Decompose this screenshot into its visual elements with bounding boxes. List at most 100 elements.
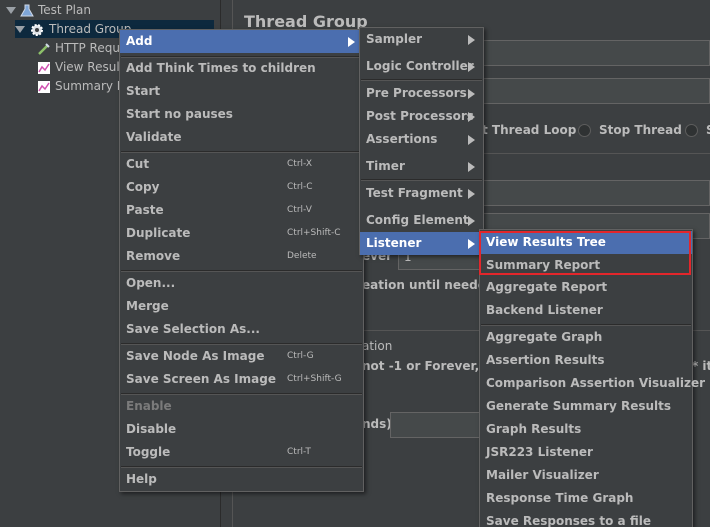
- menu-item-label: Assertion Results: [486, 353, 605, 367]
- menu-item-backend-listener[interactable]: Backend Listener: [480, 299, 692, 322]
- submenu-arrow-icon: [468, 216, 475, 226]
- menu-item-comparison-assertion-visualizer[interactable]: Comparison Assertion Visualizer: [480, 372, 705, 395]
- tree-item-label: HTTP Requ: [55, 41, 120, 55]
- menu-item-label: Graph Results: [486, 422, 582, 436]
- menu-item-mailer-visualizer[interactable]: Mailer Visualizer: [480, 464, 692, 487]
- menu-item-label: Post Processors: [366, 109, 474, 123]
- tree-item-view-results[interactable]: View Resul: [37, 58, 120, 76]
- stop-test-option[interactable]: S: [685, 123, 710, 137]
- menu-separator: [361, 179, 482, 181]
- menu-item-label: Start: [126, 84, 161, 98]
- add-submenu: Sampler Logic Controller Pre Processors …: [359, 27, 484, 255]
- menu-item-label: Test Fragment: [366, 186, 463, 200]
- menu-item-post-processors[interactable]: Post Processors: [360, 105, 483, 128]
- menu-item-jsr223-listener[interactable]: JSR223 Listener: [480, 441, 692, 464]
- menu-item-validate[interactable]: Validate: [120, 126, 363, 149]
- menu-item-disable[interactable]: Disable: [120, 418, 363, 441]
- menu-item-remove[interactable]: Remove Delete: [120, 245, 363, 268]
- menu-item-duplicate[interactable]: Duplicate Ctrl+Shift-C: [120, 222, 363, 245]
- menu-item-copy[interactable]: Copy Ctrl-C: [120, 176, 363, 199]
- menu-item-shortcut: Ctrl+Shift-G: [287, 374, 342, 384]
- menu-item-label: Merge: [126, 299, 169, 313]
- menu-item-label: Disable: [126, 422, 177, 436]
- menu-item-label: Validate: [126, 130, 182, 144]
- menu-item-assertions[interactable]: Assertions: [360, 128, 483, 151]
- threads-field[interactable]: [480, 180, 710, 206]
- menu-item-sampler[interactable]: Sampler: [360, 28, 483, 51]
- option-label: Stop Thread: [599, 123, 682, 137]
- tree-item-label: Test Plan: [38, 3, 91, 17]
- stop-thread-option[interactable]: Stop Thread: [578, 123, 682, 137]
- duration-label: nds): [362, 417, 392, 431]
- menu-item-label: Logic Controller: [366, 59, 474, 73]
- expand-arrow-icon[interactable]: [15, 26, 25, 33]
- menu-item-label: Response Time Graph: [486, 491, 634, 505]
- radio-button[interactable]: [578, 124, 591, 137]
- menu-item-save-node-as-image[interactable]: Save Node As Image Ctrl-G: [120, 345, 363, 368]
- menu-item-enable[interactable]: Enable: [120, 395, 363, 418]
- menu-item-shortcut: Ctrl-V: [287, 205, 312, 215]
- menu-item-label: Pre Processors: [366, 86, 467, 100]
- menu-item-label: Aggregate Report: [486, 280, 608, 294]
- gear-icon: [31, 23, 43, 36]
- menu-item-label: Generate Summary Results: [486, 399, 672, 413]
- menu-item-generate-summary-results[interactable]: Generate Summary Results: [480, 395, 692, 418]
- submenu-arrow-icon: [468, 239, 475, 249]
- menu-item-paste[interactable]: Paste Ctrl-V: [120, 199, 363, 222]
- menu-item-add-think-times[interactable]: Add Think Times to children: [120, 57, 363, 80]
- expand-arrow-icon[interactable]: [6, 7, 16, 14]
- menu-item-start[interactable]: Start: [120, 80, 363, 103]
- menu-item-merge[interactable]: Merge: [120, 295, 363, 318]
- submenu-arrow-icon: [468, 62, 475, 72]
- menu-item-aggregate-report[interactable]: Aggregate Report: [480, 276, 692, 299]
- menu-item-save-selection-as[interactable]: Save Selection As...: [120, 318, 363, 341]
- menu-item-listener[interactable]: Listener: [360, 232, 483, 255]
- menu-item-config-element[interactable]: Config Element: [360, 209, 483, 232]
- tree-item-test-plan[interactable]: Test Plan: [6, 1, 91, 19]
- submenu-arrow-icon: [468, 89, 475, 99]
- tree-item-http-request[interactable]: HTTP Requ: [37, 39, 120, 57]
- radio-button[interactable]: [685, 124, 698, 137]
- menu-item-label: Aggregate Graph: [486, 330, 603, 344]
- comments-field[interactable]: [480, 78, 710, 104]
- menu-item-logic-controller[interactable]: Logic Controller: [360, 55, 483, 78]
- menu-item-save-screen-as-image[interactable]: Save Screen As Image Ctrl+Shift-G: [120, 368, 363, 391]
- menu-item-graph-results[interactable]: Graph Results: [480, 418, 692, 441]
- menu-item-label: Save Selection As...: [126, 322, 260, 336]
- menu-item-label: Save Responses to a file: [486, 514, 651, 527]
- start-next-thread-loop-option[interactable]: t Thread Loop: [482, 123, 576, 137]
- menu-item-response-time-graph[interactable]: Response Time Graph: [480, 487, 692, 510]
- menu-item-label: Duplicate: [126, 226, 191, 240]
- menu-item-add[interactable]: Add: [120, 30, 363, 53]
- menu-item-shortcut: Ctrl-G: [287, 351, 314, 361]
- submenu-arrow-icon: [468, 112, 475, 122]
- submenu-arrow-icon: [468, 189, 475, 199]
- specify-thread-lifetime-label: ation: [362, 339, 393, 353]
- menu-item-save-responses-to-file[interactable]: Save Responses to a file: [480, 510, 692, 527]
- menu-item-shortcut: Ctrl-X: [287, 159, 312, 169]
- menu-item-timer[interactable]: Timer: [360, 155, 483, 178]
- menu-item-pre-processors[interactable]: Pre Processors: [360, 82, 483, 105]
- menu-item-cut[interactable]: Cut Ctrl-X: [120, 153, 363, 176]
- name-field[interactable]: [480, 40, 710, 66]
- menu-item-label: Comparison Assertion Visualizer: [486, 376, 706, 390]
- divider: [484, 153, 710, 154]
- menu-item-label: Enable: [126, 399, 172, 413]
- menu-item-label: Cut: [126, 157, 150, 171]
- menu-separator: [361, 79, 482, 81]
- menu-item-assertion-results[interactable]: Assertion Results: [480, 349, 692, 372]
- tree-item-summary-report[interactable]: Summary R: [37, 77, 125, 95]
- menu-item-toggle[interactable]: Toggle Ctrl-T: [120, 441, 363, 464]
- menu-item-label: Add: [126, 34, 153, 48]
- menu-item-test-fragment[interactable]: Test Fragment: [360, 182, 483, 205]
- menu-item-label: Save Node As Image: [126, 349, 265, 363]
- menu-item-label: Paste: [126, 203, 164, 217]
- menu-item-help[interactable]: Help: [120, 468, 363, 491]
- pipette-icon: [38, 42, 50, 55]
- flask-icon: [20, 4, 34, 16]
- menu-item-aggregate-graph[interactable]: Aggregate Graph: [480, 326, 692, 349]
- menu-item-open[interactable]: Open...: [120, 272, 363, 295]
- menu-item-label: Mailer Visualizer: [486, 468, 599, 482]
- graph-icon: [38, 61, 50, 74]
- menu-item-start-no-pauses[interactable]: Start no pauses: [120, 103, 363, 126]
